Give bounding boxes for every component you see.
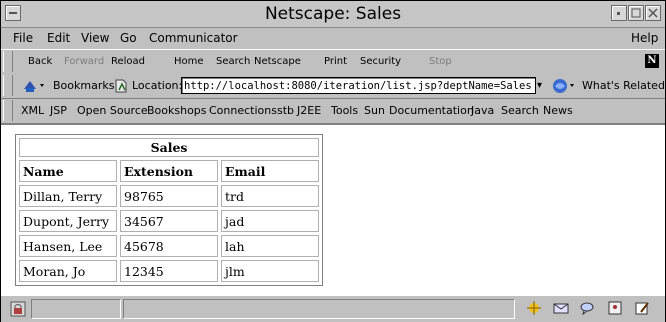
forward-button[interactable]: Forward <box>64 56 104 67</box>
window-title: Netscape: Sales <box>264 4 402 24</box>
close-icon <box>648 8 658 18</box>
table-row: Dillan, Terry 98765 trd <box>19 185 319 207</box>
navigation-toolbar: Back Forward Reload Home Search Netscape… <box>1 49 665 75</box>
maximize-button[interactable] <box>628 5 644 21</box>
menu-bar: File Edit View Go Communicator Help <box>1 28 665 48</box>
cell-name: Dillan, Terry <box>19 185 117 207</box>
location-label: Location: <box>132 79 183 92</box>
cell-email: jad <box>221 210 319 232</box>
netscape-button[interactable]: Netscape <box>254 56 301 67</box>
back-button[interactable]: Back <box>28 56 52 67</box>
menu-view[interactable]: View <box>81 31 109 45</box>
table-row: Dupont, Jerry 34567 jad <box>19 210 319 232</box>
stop-button[interactable]: Stop <box>429 56 452 67</box>
cell-extension: 98765 <box>120 185 218 207</box>
title-bar: Netscape: Sales <box>1 1 665 28</box>
menu-go[interactable]: Go <box>120 31 137 45</box>
address-book-component-icon[interactable] <box>606 300 624 316</box>
personal-toolbar-grip[interactable] <box>3 100 13 121</box>
close-button[interactable] <box>645 5 661 21</box>
cell-extension: 12345 <box>120 260 218 282</box>
bookmark-open-source[interactable]: Open Source <box>77 104 148 117</box>
menu-help[interactable]: Help <box>631 31 658 45</box>
table-caption: Sales <box>19 138 319 157</box>
bookmarks-label[interactable]: Bookmarks <box>53 79 114 92</box>
mail-component-icon[interactable] <box>552 300 570 316</box>
cell-name: Moran, Jo <box>19 260 117 282</box>
bookmark-documentation[interactable]: Documentation <box>389 104 474 117</box>
cell-extension: 34567 <box>120 210 218 232</box>
bookmarks-icon[interactable] <box>21 77 49 95</box>
location-input[interactable]: http://localhost:8080/iteration/list.jsp… <box>181 77 536 94</box>
location-dropdown[interactable]: ▾ <box>537 77 547 94</box>
navigator-component-icon[interactable] <box>525 300 543 316</box>
column-header-extension: Extension <box>120 160 218 182</box>
column-header-email: Email <box>221 160 319 182</box>
page-content: Sales Name Extension Email Dillan, Terry… <box>1 124 665 295</box>
minimize-icon <box>617 12 620 15</box>
browser-window: Netscape: Sales File Edit View Go Commun… <box>0 0 666 322</box>
bookmark-tools[interactable]: Tools <box>331 104 358 117</box>
table-header-row: Name Extension Email <box>19 160 319 182</box>
bookmark-bookshops[interactable]: Bookshops <box>147 104 207 117</box>
page-proxy-icon[interactable] <box>113 77 129 95</box>
menu-edit[interactable]: Edit <box>47 31 70 45</box>
home-button[interactable]: Home <box>174 56 204 67</box>
personal-toolbar: XML JSP Open Source Bookshops Connection… <box>1 99 665 124</box>
sales-table: Sales Name Extension Email Dillan, Terry… <box>15 134 323 286</box>
netscape-logo[interactable]: N <box>645 54 659 68</box>
location-toolbar: Bookmarks Location: http://localhost:808… <box>1 74 665 99</box>
table-row: Moran, Jo 12345 jlm <box>19 260 319 282</box>
whats-related-label[interactable]: What's Related <box>582 79 665 92</box>
cell-email: jlm <box>221 260 319 282</box>
bookmark-stb[interactable]: stb <box>277 104 294 117</box>
cell-email: lah <box>221 235 319 257</box>
maximize-icon <box>631 8 641 18</box>
status-text-field <box>123 299 515 319</box>
bookmark-search[interactable]: Search <box>501 104 539 117</box>
whats-related-icon[interactable] <box>551 77 577 95</box>
bookmark-java[interactable]: Java <box>471 104 494 117</box>
menu-file[interactable]: File <box>13 31 33 45</box>
print-button[interactable]: Print <box>324 56 347 67</box>
column-header-name: Name <box>19 160 117 182</box>
location-grip[interactable] <box>3 75 13 96</box>
security-lock-icon[interactable] <box>9 300 27 318</box>
table-row: Hansen, Lee 45678 lah <box>19 235 319 257</box>
cell-email: trd <box>221 185 319 207</box>
bookmark-connections[interactable]: Connections <box>209 104 277 117</box>
cell-name: Hansen, Lee <box>19 235 117 257</box>
status-bar <box>1 295 665 322</box>
bookmark-sun[interactable]: Sun <box>364 104 385 117</box>
cell-name: Dupont, Jerry <box>19 210 117 232</box>
minimize-button[interactable] <box>611 5 627 21</box>
composer-component-icon[interactable] <box>633 300 651 316</box>
search-button[interactable]: Search <box>216 56 250 67</box>
bookmark-news[interactable]: News <box>543 104 573 117</box>
reload-button[interactable]: Reload <box>111 56 145 67</box>
newsgroups-component-icon[interactable] <box>579 300 597 316</box>
menu-communicator[interactable]: Communicator <box>149 31 238 45</box>
bookmark-xml[interactable]: XML <box>21 104 44 117</box>
toolbar-grip[interactable] <box>3 51 13 72</box>
security-button[interactable]: Security <box>360 56 401 67</box>
bookmark-j2ee[interactable]: J2EE <box>297 104 321 117</box>
cell-extension: 45678 <box>120 235 218 257</box>
progress-field <box>31 299 121 319</box>
bookmark-jsp[interactable]: JSP <box>50 104 67 117</box>
